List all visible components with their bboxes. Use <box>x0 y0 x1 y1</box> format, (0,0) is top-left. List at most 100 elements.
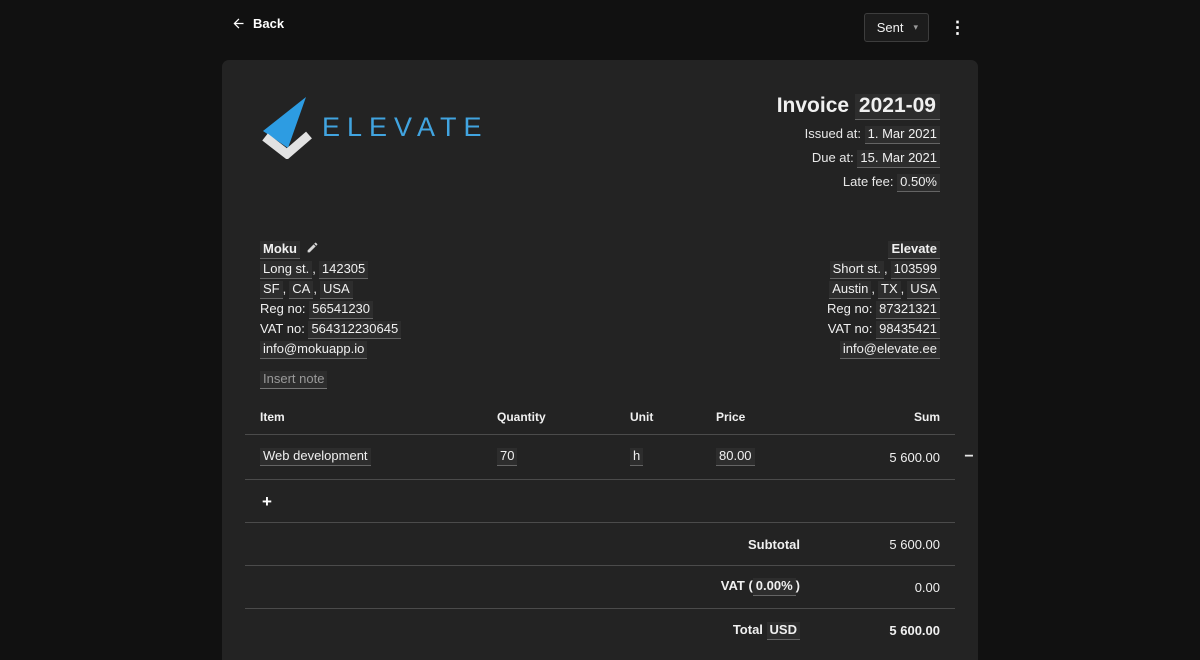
client-reg-field[interactable]: 56541230 <box>309 301 373 319</box>
topbar-actions: Sent ▾ ⋮ <box>864 13 970 42</box>
seller-name-field[interactable]: Elevate <box>888 241 940 259</box>
seller-zip-field[interactable]: 103599 <box>891 261 940 279</box>
vat-rate-field[interactable]: 0.00% <box>753 578 796 596</box>
item-price-field[interactable]: 80.00 <box>716 448 755 466</box>
column-header-item: Item <box>260 410 497 424</box>
issued-at-label: Issued at: <box>805 126 861 141</box>
invoice-meta: Invoice 2021-09 Issued at: 1. Mar 2021 D… <box>777 93 940 192</box>
seller-email-field[interactable]: info@elevate.ee <box>840 341 940 359</box>
late-fee-line: Late fee: 0.50% <box>777 173 940 192</box>
table-header: Item Quantity Unit Price Sum <box>245 404 955 435</box>
seller-block: Elevate Short st.,103599 Austin,TX,USA R… <box>827 239 940 359</box>
invoice-title-prefix: Invoice <box>777 94 849 117</box>
total-value: 5 600.00 <box>800 623 940 638</box>
total-label: Total <box>733 622 763 637</box>
due-at-field[interactable]: 15. Mar 2021 <box>857 150 940 168</box>
item-quantity-field[interactable]: 70 <box>497 448 517 466</box>
seller-city-field[interactable]: Austin <box>829 281 871 299</box>
separator: , <box>283 281 287 296</box>
seller-email-line: info@elevate.ee <box>827 339 940 359</box>
seller-vat-label: VAT no: <box>828 321 873 336</box>
currency-field[interactable]: USD <box>767 622 800 640</box>
due-at-line: Due at: 15. Mar 2021 <box>777 149 940 168</box>
issued-at-field[interactable]: 1. Mar 2021 <box>865 126 940 144</box>
client-address-line1: Long st.,142305 <box>260 259 401 279</box>
add-row-button[interactable]: + <box>260 493 274 510</box>
seller-vat-line: VAT no: 98435421 <box>827 319 940 339</box>
client-email-line: info@mokuapp.io <box>260 339 401 359</box>
add-row-section: + <box>245 480 955 523</box>
client-name-field[interactable]: Moku <box>260 241 300 259</box>
line-items-table: Item Quantity Unit Price Sum Web develop… <box>245 404 955 652</box>
brand-name: ELEVATE <box>322 112 489 143</box>
vat-row: VAT (0.00%) 0.00 <box>245 566 955 609</box>
invoice-title: Invoice 2021-09 <box>777 93 940 120</box>
vat-label-prefix: VAT ( <box>721 578 753 593</box>
seller-address-line1: Short st.,103599 <box>827 259 940 279</box>
remove-row-button[interactable]: − <box>959 449 979 465</box>
separator: , <box>871 281 875 296</box>
client-name-line: Moku <box>260 239 401 259</box>
chevron-down-icon: ▾ <box>913 23 918 32</box>
elevate-logo-icon <box>260 95 312 159</box>
client-state-field[interactable]: CA <box>289 281 313 299</box>
subtotal-row: Subtotal 5 600.00 <box>245 523 955 566</box>
column-header-price: Price <box>716 410 816 424</box>
column-header-unit: Unit <box>630 410 716 424</box>
separator: , <box>884 261 888 276</box>
table-row: Web development 70 h 80.00 5 600.00 − <box>245 435 955 480</box>
vat-value: 0.00 <box>800 580 940 595</box>
invoice-number-field[interactable]: 2021-09 <box>855 94 940 120</box>
client-block: Moku Long st.,142305 SF,CA,USA Reg no: 5… <box>260 239 401 359</box>
invoice-header: ELEVATE Invoice 2021-09 Issued at: 1. Ma… <box>260 93 940 192</box>
client-reg-label: Reg no: <box>260 301 306 316</box>
seller-address-line2: Austin,TX,USA <box>827 279 940 299</box>
client-city-field[interactable]: SF <box>260 281 283 299</box>
total-row: Total USD 5 600.00 <box>245 609 955 652</box>
late-fee-label: Late fee: <box>843 174 894 189</box>
late-fee-field[interactable]: 0.50% <box>897 174 940 192</box>
client-country-field[interactable]: USA <box>320 281 353 299</box>
back-button[interactable]: Back <box>231 16 284 31</box>
edit-pencil-icon[interactable] <box>306 241 319 254</box>
issued-at-line: Issued at: 1. Mar 2021 <box>777 125 940 144</box>
insert-note-field[interactable]: Insert note <box>260 371 327 389</box>
client-reg-line: Reg no: 56541230 <box>260 299 401 319</box>
client-address-line2: SF,CA,USA <box>260 279 401 299</box>
seller-reg-label: Reg no: <box>827 301 873 316</box>
note-row: Insert note <box>260 371 940 389</box>
status-dropdown[interactable]: Sent ▾ <box>864 13 929 42</box>
client-vat-field[interactable]: 564312230645 <box>308 321 401 339</box>
separator: , <box>901 281 905 296</box>
seller-reg-field[interactable]: 87321321 <box>876 301 940 319</box>
client-street-field[interactable]: Long st. <box>260 261 312 279</box>
due-at-label: Due at: <box>812 150 854 165</box>
client-zip-field[interactable]: 142305 <box>319 261 368 279</box>
client-vat-label: VAT no: <box>260 321 305 336</box>
client-vat-line: VAT no: 564312230645 <box>260 319 401 339</box>
back-label: Back <box>253 16 284 31</box>
seller-state-field[interactable]: TX <box>878 281 901 299</box>
column-header-quantity: Quantity <box>497 410 630 424</box>
seller-reg-line: Reg no: 87321321 <box>827 299 940 319</box>
item-sum-value: 5 600.00 <box>816 450 940 465</box>
invoice-card: ELEVATE Invoice 2021-09 Issued at: 1. Ma… <box>222 60 978 660</box>
client-email-field[interactable]: info@mokuapp.io <box>260 341 367 359</box>
seller-street-field[interactable]: Short st. <box>830 261 884 279</box>
kebab-menu-button[interactable]: ⋮ <box>945 17 970 38</box>
topbar: Back Sent ▾ ⋮ <box>0 0 1200 56</box>
item-name-field[interactable]: Web development <box>260 448 371 466</box>
seller-country-field[interactable]: USA <box>907 281 940 299</box>
parties-section: Moku Long st.,142305 SF,CA,USA Reg no: 5… <box>260 239 940 359</box>
separator: , <box>312 261 316 276</box>
item-unit-field[interactable]: h <box>630 448 643 466</box>
subtotal-value: 5 600.00 <box>800 537 940 552</box>
subtotal-label: Subtotal <box>748 537 800 552</box>
separator: , <box>313 281 317 296</box>
seller-name-line: Elevate <box>827 239 940 259</box>
seller-vat-field[interactable]: 98435421 <box>876 321 940 339</box>
brand-logo: ELEVATE <box>260 95 489 159</box>
column-header-sum: Sum <box>816 410 940 424</box>
arrow-left-icon <box>231 16 246 31</box>
status-dropdown-value: Sent <box>877 20 904 35</box>
